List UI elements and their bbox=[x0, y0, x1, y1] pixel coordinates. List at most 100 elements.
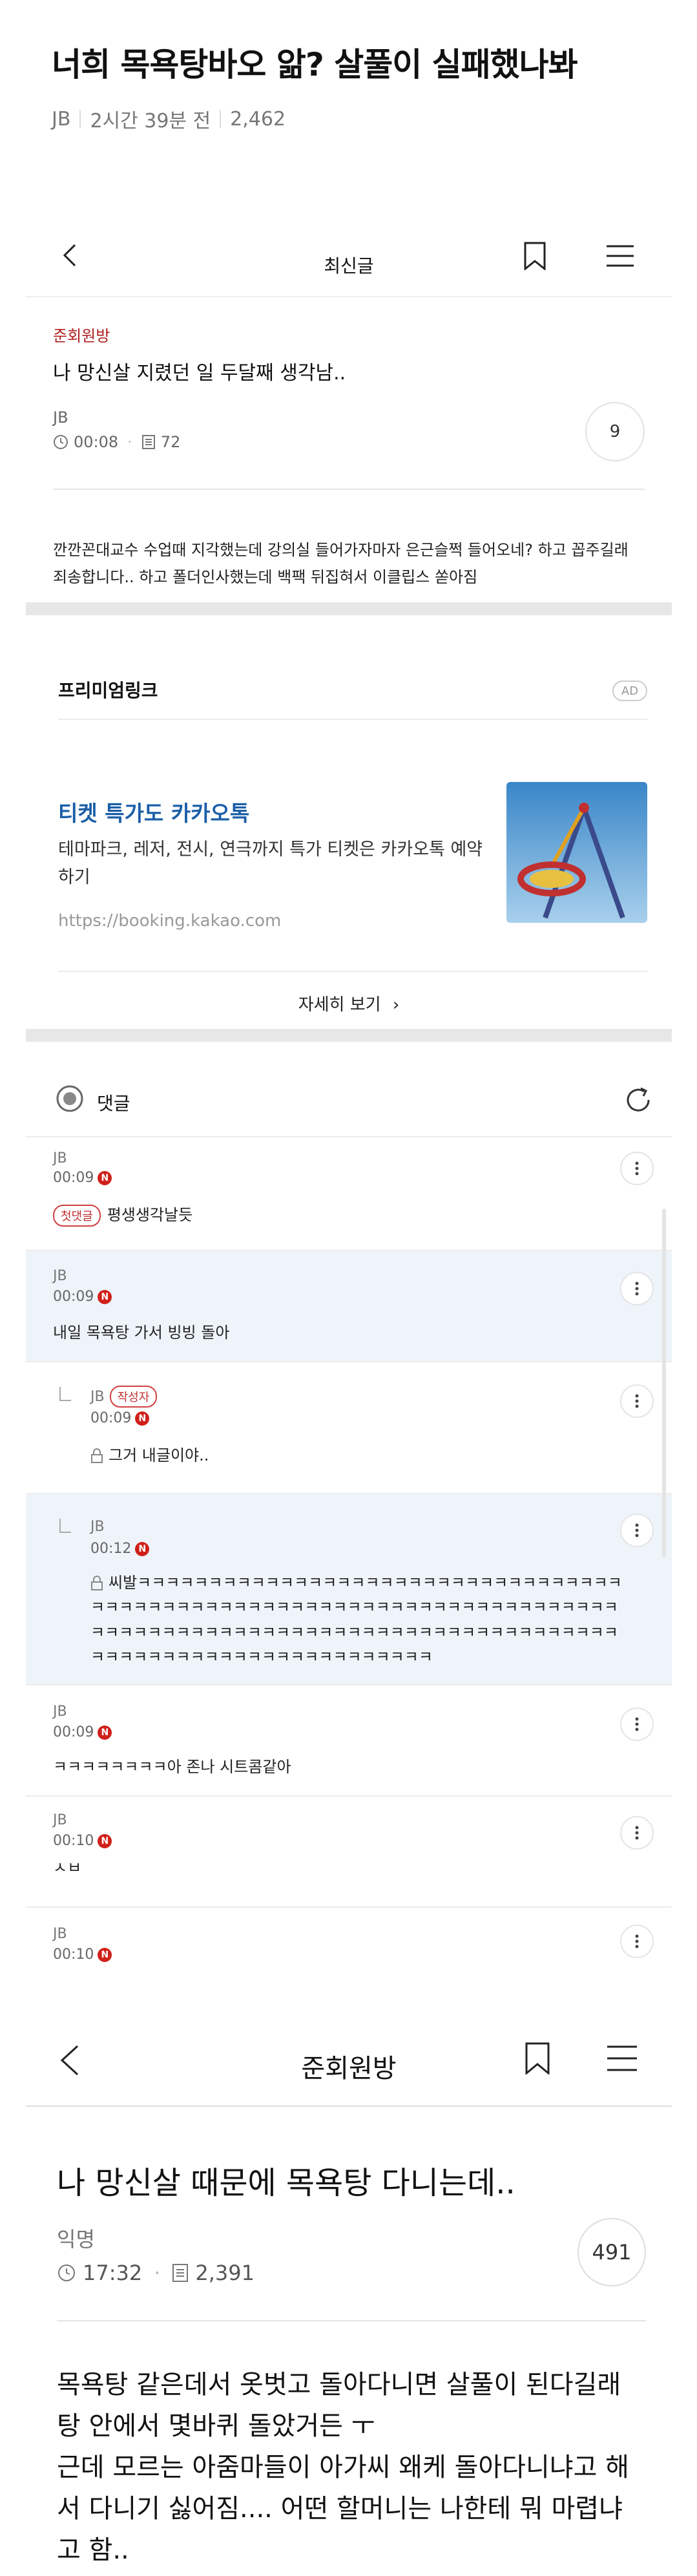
post-views: 72 bbox=[160, 433, 181, 451]
comment-author[interactable]: JB 작성자 bbox=[90, 1386, 163, 1408]
speech-bubble-icon bbox=[56, 1085, 83, 1112]
comment-item: JB 00:09 N 첫댓글 평생생각날듯 bbox=[26, 1137, 672, 1251]
more-options-button[interactable] bbox=[620, 1152, 654, 1185]
clock-icon bbox=[58, 2265, 75, 2281]
document-icon bbox=[141, 435, 155, 449]
menu-icon[interactable] bbox=[605, 244, 635, 268]
scrollbar[interactable] bbox=[662, 1209, 666, 1557]
comment-text-content: 그거 내글이야.. bbox=[109, 1446, 209, 1464]
ad-title[interactable]: 티켓 특가도 카카오톡 bbox=[58, 796, 249, 827]
more-vertical-icon bbox=[635, 1826, 639, 1840]
new-badge: N bbox=[98, 1833, 112, 1848]
divider bbox=[79, 110, 81, 128]
board-name[interactable]: 준회원방 bbox=[53, 323, 110, 346]
comment-text: ㅅㅂ bbox=[53, 1859, 82, 1877]
comment-author[interactable]: JB bbox=[53, 1268, 67, 1284]
more-options-button[interactable] bbox=[620, 1384, 654, 1418]
dot-separator: · bbox=[127, 433, 132, 451]
comment-time-text: 00:09 bbox=[90, 1410, 132, 1426]
reply-indicator bbox=[59, 1387, 71, 1401]
comment-time-text: 00:10 bbox=[53, 1833, 94, 1849]
ad-thumbnail-image[interactable] bbox=[506, 782, 647, 923]
top-bar: 준회원방 bbox=[26, 2010, 672, 2107]
post-title: 나 망신살 지렸던 일 두달째 생각남.. bbox=[53, 362, 346, 385]
lock-icon bbox=[91, 1448, 103, 1463]
more-options-button[interactable] bbox=[620, 1514, 654, 1547]
more-vertical-icon bbox=[635, 1394, 639, 1408]
comment-author[interactable]: JB bbox=[53, 1926, 67, 1942]
post-author[interactable]: 익명 bbox=[57, 2223, 95, 2253]
ad-more-link[interactable]: 자세히 보기 › bbox=[26, 991, 672, 1015]
more-options-button[interactable] bbox=[620, 1272, 654, 1305]
document-icon bbox=[172, 2264, 189, 2282]
ad-description[interactable]: 테마파크, 레저, 전시, 연극까지 특가 티켓은 카카오톡 예약하기 bbox=[58, 836, 491, 891]
comment-count-button[interactable]: 9 bbox=[585, 402, 645, 461]
comment-author[interactable]: JB bbox=[53, 1812, 67, 1828]
reply-item: JB 작성자 00:09 N 그거 내글이야.. bbox=[26, 1362, 672, 1494]
more-options-button[interactable] bbox=[620, 1925, 654, 1958]
ad-badge[interactable]: AD bbox=[612, 681, 647, 701]
comment-text-content: 씨발ㅋㅋㅋㅋㅋㅋㅋㅋㅋㅋㅋㅋㅋㅋㅋㅋㅋㅋㅋㅋㅋㅋㅋㅋㅋㅋㅋㅋㅋㅋㅋㅋㅋㅋㅋㅋㅋㅋ… bbox=[90, 1574, 622, 1667]
comment-item: JB 00:10 N bbox=[26, 1908, 672, 2010]
divider bbox=[58, 971, 647, 972]
divider bbox=[58, 719, 647, 720]
comment-time-text: 00:09 bbox=[53, 1170, 94, 1186]
post-title: 나 망신살 때문에 목욕탕 다니는데.. bbox=[57, 2165, 515, 2201]
refresh-icon[interactable] bbox=[623, 1084, 654, 1115]
comment-time: 00:09 N bbox=[53, 1724, 112, 1740]
lock-icon bbox=[91, 1576, 103, 1590]
headline-meta: JB 2시간 39분 전 2,462 bbox=[52, 105, 286, 133]
comment-time: 00:10 N bbox=[53, 1833, 112, 1849]
section-divider bbox=[26, 602, 672, 615]
more-vertical-icon bbox=[635, 1717, 639, 1731]
bookmark-icon[interactable] bbox=[525, 2042, 550, 2075]
comment-time: 00:09 N bbox=[53, 1170, 112, 1186]
comments-title: 댓글 bbox=[97, 1093, 130, 1114]
new-badge: N bbox=[98, 1289, 112, 1304]
ad-section-title: 프리미엄링크 bbox=[58, 680, 158, 701]
ad-more-label: 자세히 보기 bbox=[298, 995, 381, 1015]
comment-item: JB 00:09 N ㅋㅋㅋㅋㅋㅋㅋㅋ아 존나 시트콤같아 bbox=[26, 1685, 672, 1797]
comment-author[interactable]: JB bbox=[90, 1519, 105, 1535]
divider bbox=[53, 489, 645, 490]
more-options-button[interactable] bbox=[620, 1816, 654, 1850]
new-badge: N bbox=[135, 1541, 150, 1556]
menu-icon[interactable] bbox=[606, 2045, 638, 2072]
comment-time: 00:09 N bbox=[90, 1410, 150, 1426]
more-options-button[interactable] bbox=[620, 1707, 654, 1741]
comment-count-button[interactable]: 491 bbox=[577, 2218, 646, 2286]
comment-time-text: 00:09 bbox=[53, 1289, 94, 1305]
comment-time: 00:09 N bbox=[53, 1289, 112, 1305]
divider bbox=[220, 110, 222, 128]
ad-url[interactable]: https://booking.kakao.com bbox=[58, 911, 281, 931]
comment-text: 첫댓글 평생생각날듯 bbox=[53, 1202, 192, 1227]
post-stats: 00:08 · 72 bbox=[53, 433, 180, 451]
comment-author-name: JB bbox=[90, 1388, 105, 1405]
headline-views: 2,462 bbox=[230, 107, 286, 131]
screenshot-latest-post: 최신글 준회원방 나 망신살 지렸던 일 두달째 생각남.. JB 00:08 … bbox=[26, 213, 672, 2010]
headline-title: 너희 목욕탕바오 앎? 살풀이 실패했나봐 bbox=[52, 46, 578, 83]
comment-time-text: 00:09 bbox=[53, 1724, 94, 1740]
new-badge: N bbox=[98, 1725, 112, 1740]
new-badge: N bbox=[135, 1411, 150, 1426]
bookmark-icon[interactable] bbox=[523, 242, 546, 270]
comment-text-content: 평생생각날듯 bbox=[107, 1206, 193, 1224]
post-body: 깐깐꼰대교수 수업때 지각했는데 강의실 들어가자마자 은근슬쩍 들어오네? 하… bbox=[53, 541, 629, 586]
comment-author[interactable]: JB bbox=[53, 1150, 67, 1167]
comment-time-text: 00:10 bbox=[53, 1947, 94, 1963]
comment-author[interactable]: JB bbox=[53, 1704, 67, 1720]
post-stats: 17:32 · 2,391 bbox=[57, 2261, 255, 2285]
headline-author: JB bbox=[52, 107, 71, 131]
comment-text: 그거 내글이야.. bbox=[90, 1442, 209, 1465]
comment-time: 00:10 N bbox=[53, 1947, 112, 1963]
headline-section: 너희 목욕탕바오 앎? 살풀이 실패했나봐 JB 2시간 39분 전 2,462 bbox=[0, 0, 697, 213]
comment-item: JB 00:09 N 내일 목욕탕 가서 빙빙 돌아 bbox=[26, 1251, 672, 1362]
new-badge: N bbox=[98, 1170, 112, 1185]
clock-icon bbox=[54, 435, 68, 449]
post-author[interactable]: JB bbox=[53, 408, 68, 427]
comment-text: 내일 목욕탕 가서 빙빙 돌아 bbox=[53, 1324, 230, 1342]
screenshot-community-post: 준회원방 나 망신살 때문에 목욕탕 다니는데.. 익명 17:32 · 2,3… bbox=[26, 2010, 672, 2576]
top-bar-title: 준회원방 bbox=[301, 2054, 397, 2084]
comment-text: ㅋㅋㅋㅋㅋㅋㅋㅋ아 존나 시트콤같아 bbox=[53, 1758, 291, 1776]
post-time: 00:08 bbox=[74, 433, 119, 451]
